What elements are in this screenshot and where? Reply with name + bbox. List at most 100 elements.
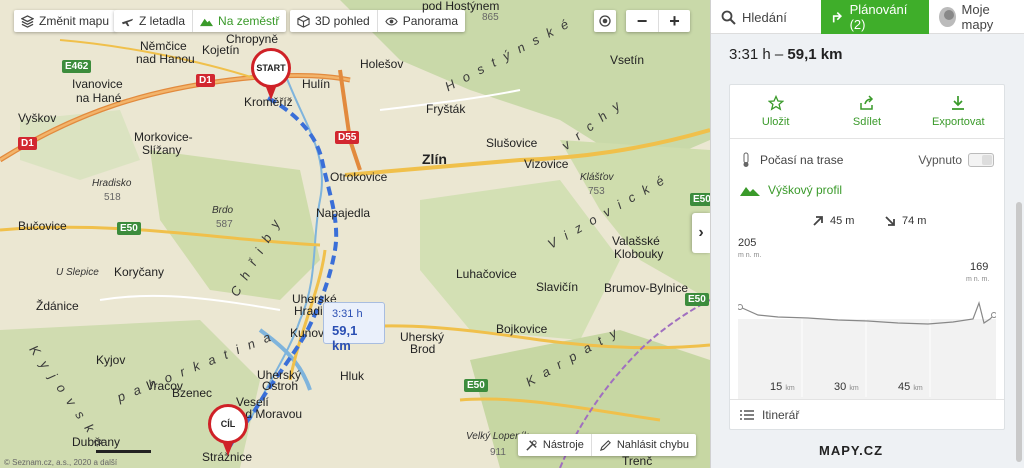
- scrollbar[interactable]: [1016, 34, 1022, 468]
- x-tick-unit: km: [849, 385, 859, 392]
- town-label: Koryčany: [114, 265, 165, 279]
- road-shield: E50: [690, 193, 710, 206]
- place-label: Hradisko: [92, 178, 132, 189]
- road-shield: D1: [18, 137, 37, 150]
- aerial-label: Z letadla: [139, 14, 186, 28]
- export-button[interactable]: Exportovat: [913, 85, 1004, 138]
- zoom-out-button[interactable]: −: [626, 10, 658, 32]
- share-label: Sdílet: [852, 116, 882, 128]
- town-label: Bučovice: [18, 219, 67, 233]
- outdoor-label: Na zeměstř: [218, 14, 280, 28]
- map-bottom-tools: Nástroje Nahlásit chybu: [517, 434, 696, 456]
- star-icon: [767, 95, 784, 111]
- peak-label: 587: [216, 219, 233, 230]
- zoom-in-button[interactable]: +: [658, 10, 690, 32]
- copyright: © Seznam.cz, a.s., 2020 a další: [4, 458, 118, 467]
- town-label: Ostroh: [262, 379, 299, 393]
- tab-my-maps[interactable]: Moje mapy: [929, 0, 1024, 34]
- town-label: Kojetín: [202, 43, 240, 57]
- share-button[interactable]: Sdílet: [821, 85, 912, 138]
- town-label: Slavičín: [536, 280, 579, 294]
- town-label: Ivanovice: [72, 77, 123, 91]
- town-label: Slížany: [142, 143, 182, 157]
- tab-planning-label: Plánování (2): [849, 2, 908, 32]
- road-shield: E462: [62, 60, 92, 73]
- aerial-button[interactable]: Z letadla: [114, 10, 192, 32]
- tools-button[interactable]: Nástroje: [518, 434, 591, 456]
- share-icon: [860, 95, 874, 110]
- layers-icon: [21, 14, 34, 28]
- town-label: Bzenec: [172, 386, 213, 400]
- report-error-button[interactable]: Nahlásit chybu: [590, 434, 696, 456]
- thermometer-icon: [743, 152, 749, 167]
- road-shield: E50: [464, 379, 488, 392]
- chevron-right-icon: ›: [698, 224, 704, 241]
- download-icon: [952, 96, 965, 110]
- town-label: Trenč: [622, 454, 653, 468]
- town-label: Holešov: [360, 57, 404, 71]
- mountain-icon: [200, 18, 214, 26]
- place-label: Brdo: [212, 205, 234, 216]
- route-summary: 3:31 h – 59,1 km: [711, 34, 1024, 71]
- x-tick: 45 km: [898, 381, 923, 393]
- itinerary-label: Itinerář: [762, 407, 800, 422]
- x-tick-unit: km: [785, 385, 795, 392]
- avatar: [939, 7, 956, 27]
- x-tick-value: 30: [834, 381, 847, 393]
- mapy-app: Změnit mapu Z letadla Na zeměstř 3D pohl…: [0, 0, 1024, 468]
- view3d-button[interactable]: 3D pohled: [290, 10, 377, 32]
- town-label: Vyškov: [18, 111, 57, 125]
- elevation-graph: [738, 300, 996, 399]
- elevation-chart[interactable]: 45 m 74 m 205 m n. m. 169 m n. m. 15 km …: [738, 207, 996, 399]
- town-label: Ždánice: [36, 299, 79, 313]
- town-label: Hluk: [340, 369, 365, 383]
- end-pin[interactable]: CÍL: [208, 404, 248, 460]
- weather-toggle[interactable]: Vypnuto: [918, 153, 994, 167]
- change-map-label: Změnit mapu: [39, 14, 110, 28]
- route-card: Uložit Sdílet Exportovat Počasí na trase…: [729, 84, 1005, 430]
- scrollbar-thumb[interactable]: [1016, 202, 1022, 462]
- x-tick-unit: km: [913, 385, 923, 392]
- town-label: Brod: [410, 342, 436, 356]
- outdoor-button[interactable]: Na zeměstř: [192, 10, 286, 32]
- town-label: Napajedla: [316, 206, 371, 220]
- town-label: na Hané: [76, 91, 122, 105]
- town-label: Brumov-Bylnice: [604, 281, 689, 295]
- airplane-icon: [121, 18, 134, 26]
- itinerary-button[interactable]: Itinerář: [730, 399, 1004, 429]
- peak-label: 753: [588, 186, 605, 197]
- sidebar-tabs: Hledání Plánování (2) Moje mapy: [711, 0, 1024, 34]
- start-pin[interactable]: START: [251, 48, 291, 104]
- x-tick-value: 15: [770, 381, 783, 393]
- eye-icon: [384, 16, 398, 26]
- map-toolbar-change-map[interactable]: Změnit mapu: [14, 10, 117, 32]
- town-label: Kyjov: [96, 353, 126, 367]
- route-summary-popup[interactable]: 3:31 h 59,1 km: [323, 302, 385, 353]
- place-label: U Slepice: [56, 267, 99, 278]
- map-canvas[interactable]: Změnit mapu Z letadla Na zeměstř 3D pohl…: [0, 0, 710, 468]
- toggle-switch[interactable]: [968, 153, 994, 167]
- panorama-button[interactable]: Panorama: [376, 10, 465, 32]
- road-shield: D1: [196, 74, 215, 87]
- town-label: Slušovice: [486, 136, 538, 150]
- tab-my-maps-label: Moje mapy: [961, 2, 994, 32]
- road-shield: E50: [685, 293, 709, 306]
- save-button[interactable]: Uložit: [730, 85, 821, 138]
- town-label: Fryšták: [426, 102, 466, 116]
- collapse-panel-button[interactable]: ›: [692, 213, 710, 253]
- peak-label: 865: [482, 12, 499, 23]
- mountain-icon: [740, 187, 760, 196]
- route-time: 3:31 h: [332, 308, 363, 320]
- elevation-profile-header[interactable]: Výškový profil: [730, 175, 1004, 205]
- locate-button[interactable]: [594, 10, 616, 32]
- x-tick-value: 45: [898, 381, 911, 393]
- cube-icon: [297, 14, 310, 28]
- place-label: Klášťov: [580, 172, 614, 183]
- x-tick: 30 km: [834, 381, 859, 393]
- road-shield: D55: [335, 131, 360, 144]
- brand-logo: MAPY.CZ: [819, 443, 884, 458]
- tab-planning[interactable]: Plánování (2): [821, 0, 929, 34]
- search-icon: [721, 10, 736, 25]
- tab-search[interactable]: Hledání: [711, 0, 821, 34]
- target-icon: [599, 15, 611, 27]
